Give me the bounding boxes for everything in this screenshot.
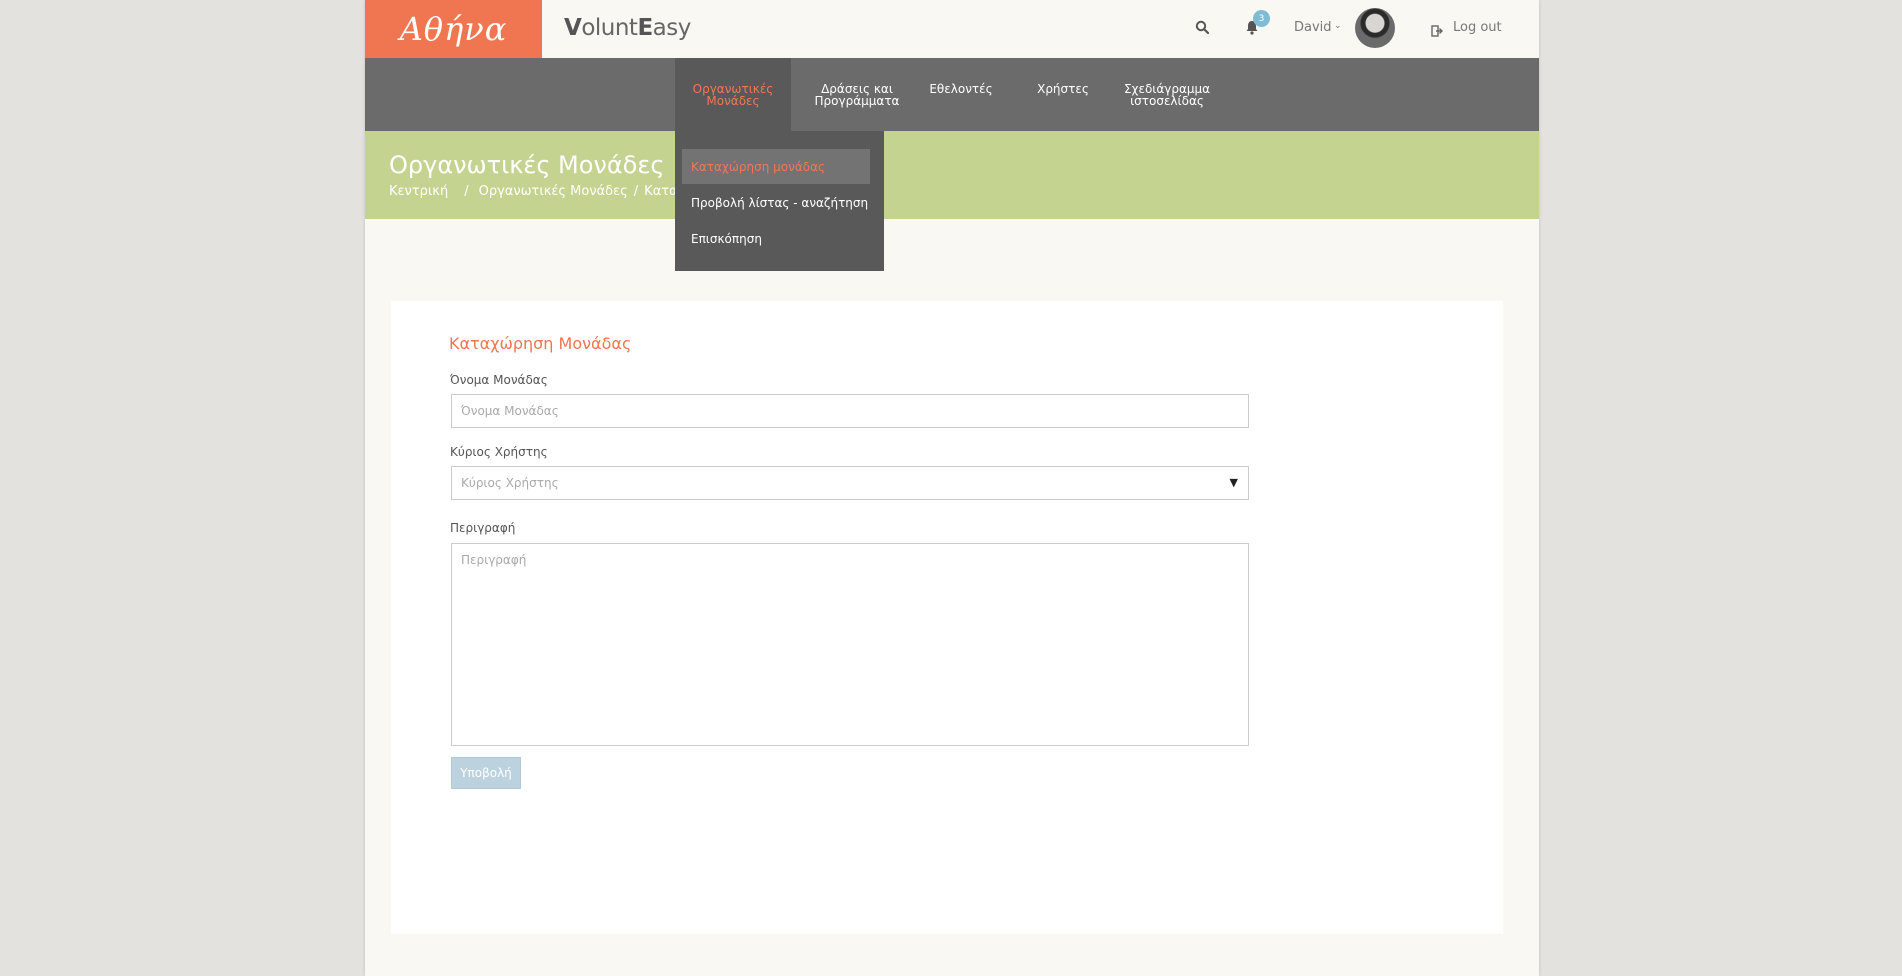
nav-label: ιστοσελίδας [1130, 93, 1204, 108]
nav-label: Οργανωτικές [692, 81, 774, 96]
unit-name-input[interactable]: Όνομα Μονάδας [451, 394, 1249, 428]
description-placeholder: Περιγραφή [461, 553, 527, 567]
main-nav: Οργανωτικές Μονάδες Δράσεις και Προγράμματ… [365, 58, 1539, 131]
form-title: Καταχώρηση Μονάδας [449, 334, 632, 353]
page-header-band: Οργανωτικές Μονάδες Κεντρική / Οργανωτικές… [365, 131, 1539, 219]
nav-item-volunteers[interactable]: Εθελοντές [921, 52, 1001, 125]
top-header: Αθήνα VoluntEasy 3 David ⌄ Log out [365, 0, 1539, 58]
page-title: Οργανωτικές Μονάδες [389, 151, 665, 179]
nav-label: Εθελοντές [929, 81, 993, 96]
owner-user-label: Κύριος Χρήστης [450, 445, 548, 459]
breadcrumb: Κεντρική / Οργανωτικές Μονάδες / Καταχώ [389, 184, 702, 199]
nav-label: Χρήστες [1037, 81, 1089, 96]
search-icon[interactable] [1192, 17, 1212, 37]
owner-user-select[interactable]: Κύριος Χρήστης ▼ [451, 466, 1249, 500]
logout-icon[interactable] [1431, 22, 1443, 41]
breadcrumb-separator: / [464, 184, 469, 199]
nav-label: Σχεδιάγραμμα [1123, 81, 1211, 96]
breadcrumb-units[interactable]: Οργανωτικές Μονάδες [479, 184, 628, 199]
avatar[interactable] [1355, 8, 1395, 48]
description-textarea[interactable]: Περιγραφή [451, 543, 1249, 746]
unit-name-placeholder: Όνομα Μονάδας [461, 404, 559, 418]
nav-item-actions-programs[interactable]: Δράσεις και Προγράμματα [807, 58, 907, 131]
brand-letter-v: V [564, 15, 582, 41]
brand-logo[interactable]: VoluntEasy [564, 15, 691, 41]
dropdown-item-register-unit[interactable]: Καταχώρηση μονάδας [682, 149, 870, 184]
nav-label: Προγράμματα [814, 93, 900, 108]
nav-item-users[interactable]: Χρήστες [1025, 52, 1101, 125]
owner-user-placeholder: Κύριος Χρήστης [461, 476, 559, 490]
brand-part: asy [652, 15, 692, 41]
brand-letter-e: E [637, 15, 653, 41]
brand-part: olunt [581, 15, 638, 41]
nav-label: Μονάδες [706, 93, 760, 108]
nav-label: Δράσεις και [821, 81, 893, 96]
dropdown-item-overview[interactable]: Επισκόπηση [682, 221, 870, 256]
city-logo[interactable]: Αθήνα [365, 0, 542, 58]
submit-button[interactable]: Υποβολή [451, 757, 521, 789]
dropdown-item-list-search[interactable]: Προβολή λίστας - αναζήτηση [682, 185, 870, 220]
logout-link[interactable]: Log out [1453, 20, 1502, 35]
breadcrumb-separator: / [633, 184, 639, 199]
description-label: Περιγραφή [450, 521, 516, 535]
user-menu-name[interactable]: David [1294, 20, 1332, 35]
notification-badge: 3 [1253, 10, 1270, 27]
caret-down-icon: ▼ [1229, 476, 1238, 489]
breadcrumb-home[interactable]: Κεντρική [389, 184, 448, 199]
unit-name-label: Όνομα Μονάδας [450, 373, 548, 387]
nav-item-organizational-units[interactable]: Οργανωτικές Μονάδες [675, 58, 791, 131]
city-logo-text: Αθήνα [399, 10, 508, 48]
chevron-down-icon[interactable]: ⌄ [1334, 21, 1342, 31]
content-panel: Καταχώρηση Μονάδας Όνομα Μονάδας Όνομα Μ… [391, 301, 1503, 934]
page-container: Αθήνα VoluntEasy 3 David ⌄ Log out Οργαν… [365, 0, 1539, 976]
nav-item-sitemap[interactable]: Σχεδιάγραμμα ιστοσελίδας [1117, 58, 1217, 131]
nav-dropdown-menu: Καταχώρηση μονάδας Προβολή λίστας - αναζ… [675, 131, 884, 271]
